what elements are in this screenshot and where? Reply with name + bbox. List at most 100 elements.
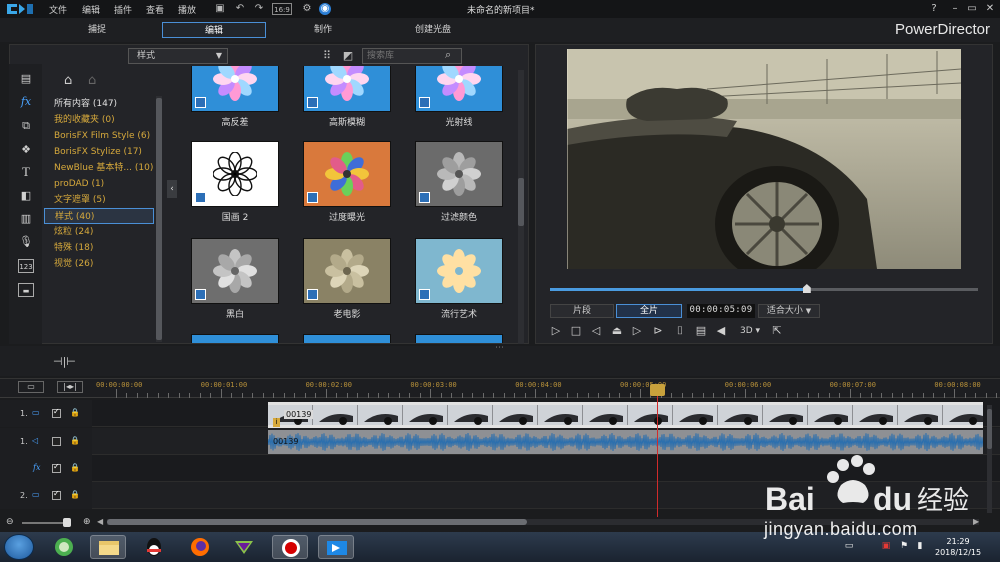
next-frame-icon[interactable]: ▷	[630, 324, 644, 338]
thumbnail-size-icon[interactable]: ◩	[341, 49, 355, 63]
effect-thumbnail-partial[interactable]	[191, 334, 279, 343]
add-favorite-icon[interactable]: ⌂	[64, 73, 72, 88]
start-button[interactable]	[4, 534, 34, 560]
track-lock-icon[interactable]: 🔒	[70, 490, 80, 499]
close-button[interactable]: ✕	[983, 2, 997, 16]
3d-mode-button[interactable]: 3D ▾	[736, 324, 764, 338]
category-item[interactable]: 我的收藏夹 (0)	[44, 112, 154, 128]
account-icon[interactable]: ◉	[319, 3, 331, 15]
taskbar-app-powerdirector-icon[interactable]	[318, 535, 354, 559]
category-item[interactable]: NewBlue 基本特... (10)	[44, 160, 154, 176]
subtitle-icon[interactable]: ▤	[694, 324, 708, 338]
zoom-out-icon[interactable]: ⊖	[6, 517, 14, 527]
effect-thumbnail[interactable]: 光射线	[415, 66, 503, 128]
category-item[interactable]: proDAD (1)	[44, 176, 154, 192]
title-room-icon[interactable]: T	[18, 165, 34, 179]
timeline-view-icon[interactable]: ▭	[18, 381, 44, 393]
particle-room-icon[interactable]: ❖	[18, 143, 34, 157]
zoom-slider-handle[interactable]	[63, 518, 71, 527]
stop-icon[interactable]: □	[569, 324, 583, 338]
panel-resize-handle[interactable]: ⋯	[495, 343, 504, 353]
search-icon[interactable]: ⌕	[445, 48, 459, 62]
menu-view[interactable]: 查看	[146, 3, 164, 16]
timecode-display[interactable]: 00:00:05:09	[687, 304, 755, 318]
snapshot-camera-icon[interactable]: ⌷	[673, 324, 687, 338]
tab-produce[interactable]: 制作	[288, 22, 358, 38]
taskbar-app-media-icon[interactable]	[226, 535, 262, 559]
category-item[interactable]: 视觉 (26)	[44, 256, 154, 272]
collapse-panel-button[interactable]: ‹	[167, 180, 177, 198]
category-item[interactable]: 特殊 (18)	[44, 240, 154, 256]
category-scrollbar[interactable]	[156, 96, 162, 342]
effect-thumbnail[interactable]: 高斯模糊	[303, 66, 391, 128]
undo-icon[interactable]: ↶	[234, 3, 246, 15]
menu-play[interactable]: 播放	[178, 3, 196, 16]
category-item[interactable]: 样式 (40)	[44, 208, 154, 224]
tab-create-disc[interactable]: 创建光盘	[398, 22, 468, 38]
fx-room-icon[interactable]: fx	[18, 95, 34, 109]
track-lock-icon[interactable]: 🔒	[70, 408, 80, 417]
effect-category-dropdown[interactable]: 样式 ▼	[128, 48, 228, 64]
menu-file[interactable]: 文件	[49, 3, 67, 16]
audio-mixing-icon[interactable]: ▥	[18, 212, 34, 226]
effect-thumbnail[interactable]: 过度曝光	[303, 141, 391, 223]
pip-room-icon[interactable]: ⧉	[18, 119, 34, 133]
volume-icon[interactable]: ◀	[714, 324, 728, 338]
playhead-handle[interactable]	[650, 384, 665, 396]
category-item[interactable]: 所有内容 (147)	[44, 96, 154, 112]
zoom-in-icon[interactable]: ⊕	[83, 517, 91, 527]
fast-forward-icon[interactable]: ⊳	[651, 324, 665, 338]
category-item[interactable]: BorisFX Film Style (6)	[44, 128, 154, 144]
track-enable-checkbox[interactable]	[52, 407, 61, 418]
tab-edit[interactable]: 编辑	[162, 22, 266, 38]
transition-room-icon[interactable]: ◧	[18, 189, 34, 203]
scroll-left-icon[interactable]: ◀	[97, 517, 103, 526]
category-item[interactable]: BorisFX Stylize (17)	[44, 144, 154, 160]
track-lock-icon[interactable]: 🔒	[70, 463, 80, 472]
audio-clip[interactable]: 00139	[268, 430, 983, 454]
tab-capture[interactable]: 捕捉	[62, 22, 132, 38]
subtitle-room-icon[interactable]: ▬	[18, 283, 34, 297]
effect-thumbnail[interactable]: 过滤颜色	[415, 141, 503, 223]
track-lock-icon[interactable]: 🔒	[70, 436, 80, 445]
redo-icon[interactable]: ↷	[253, 3, 265, 15]
effect-thumbnail-partial[interactable]	[303, 334, 391, 343]
effect-scrollbar[interactable]	[518, 70, 524, 344]
timeline-playhead[interactable]	[657, 387, 658, 517]
effect-thumbnail[interactable]: 高反差	[191, 66, 279, 128]
storyboard-view-icon[interactable]: |◂▸|	[57, 381, 83, 393]
menu-plugins[interactable]: 插件	[114, 3, 132, 16]
grid-view-icon[interactable]: ⠿	[320, 49, 334, 63]
movie-mode-button[interactable]: 全片	[616, 304, 682, 318]
category-item[interactable]: 炫粒 (24)	[44, 224, 154, 240]
track-enable-checkbox[interactable]	[52, 462, 61, 473]
taskbar-app-recorder-icon[interactable]	[272, 535, 308, 559]
horizontal-scroll-thumb[interactable]	[107, 519, 527, 525]
fit-timeline-icon[interactable]: ⊣|⊢	[53, 355, 76, 368]
remove-favorite-icon[interactable]: ⌂	[88, 73, 96, 88]
clip-mode-button[interactable]: 片段	[550, 304, 614, 318]
undock-preview-icon[interactable]: ⇱	[770, 324, 784, 338]
track-enable-checkbox[interactable]	[52, 489, 61, 500]
effect-thumbnail[interactable]: 黑白	[191, 238, 279, 320]
effect-thumbnail[interactable]: 流行艺术	[415, 238, 503, 320]
track-enable-checkbox[interactable]	[52, 437, 61, 446]
menu-edit[interactable]: 编辑	[82, 3, 100, 16]
previous-frame-icon[interactable]: ◁	[589, 324, 603, 338]
split-frame-icon[interactable]: ⏏	[610, 324, 624, 338]
play-icon[interactable]: ▷	[549, 324, 563, 338]
taskbar-app-360-icon[interactable]	[46, 535, 82, 559]
effect-thumbnail[interactable]: 老电影	[303, 238, 391, 320]
zoom-fit-dropdown[interactable]: 适合大小 ▼	[758, 304, 820, 318]
taskbar-app-explorer-icon[interactable]	[90, 535, 126, 559]
aspect-ratio-icon[interactable]: 16:9	[272, 3, 292, 15]
save-icon[interactable]: ▣	[214, 3, 226, 15]
taskbar-app-qq-icon[interactable]	[136, 535, 172, 559]
effect-thumbnail-partial[interactable]	[415, 334, 503, 343]
minimize-button[interactable]: –	[948, 2, 962, 16]
voice-over-icon[interactable]: 🎙	[18, 235, 34, 249]
chapter-room-icon[interactable]: 123	[18, 259, 34, 273]
category-item[interactable]: 文字遮罩 (5)	[44, 192, 154, 208]
restore-button[interactable]: ▭	[965, 2, 979, 16]
media-room-icon[interactable]: ▤	[18, 72, 34, 86]
